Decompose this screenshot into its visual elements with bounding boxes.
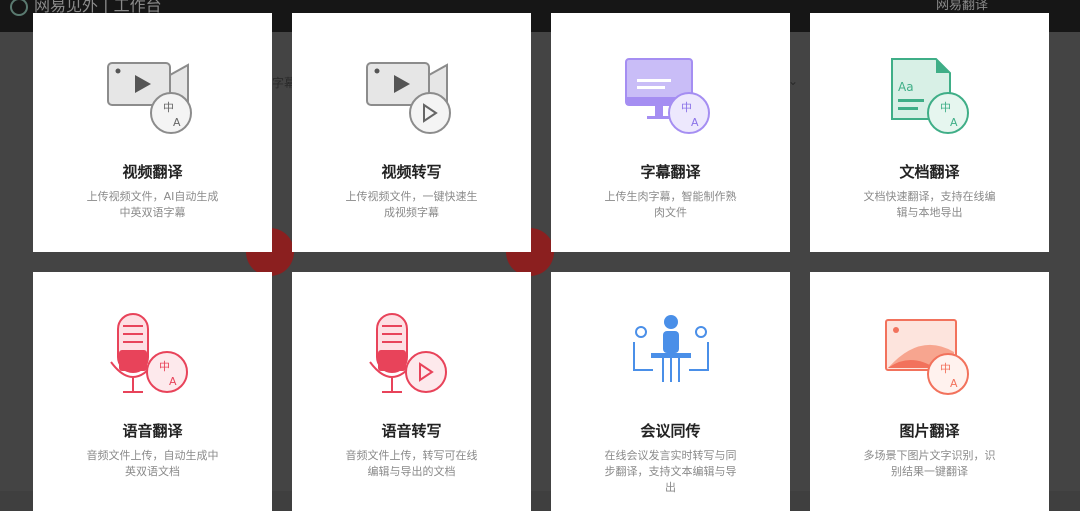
- card-title: 语音翻译: [122, 422, 183, 440]
- card-audio-transcribe[interactable]: 语音转写 音频文件上传，转写可在线编辑与导出的文档: [292, 272, 531, 511]
- video-translate-icon: 中 A: [106, 62, 192, 134]
- card-video-transcribe[interactable]: 视频转写 上传视频文件，一键快速生成视频字幕: [292, 13, 531, 252]
- svg-text:A: A: [950, 116, 958, 129]
- audio-translate-icon: 中 A: [109, 313, 188, 393]
- card-meeting-interpret[interactable]: 会议同传 在线会议发言实时转写与同步翻译，支持文本编辑与导出: [551, 272, 790, 511]
- svg-text:中: 中: [940, 362, 951, 375]
- subtitle-translate-icon: 中 A: [624, 58, 710, 134]
- card-description: 音频文件上传，转写可在线编辑与导出的文档: [345, 449, 478, 478]
- card-description: 上传视频文件，一键快速生成视频字幕: [345, 190, 478, 219]
- card-description: 多场景下图片文字识别，识别结果一键翻译: [863, 449, 996, 478]
- document-translate-icon: Aa 中 A: [890, 58, 969, 134]
- card-title: 会议同传: [640, 422, 701, 440]
- card-description: 音频文件上传，自动生成中英双语文档: [86, 449, 219, 478]
- svg-text:A: A: [950, 377, 958, 390]
- svg-text:中: 中: [940, 101, 951, 114]
- svg-text:中: 中: [159, 360, 170, 373]
- video-transcribe-icon: [365, 62, 451, 134]
- card-description: 上传生肉字幕，智能制作熟肉文件: [604, 190, 737, 219]
- meeting-interpret-icon: [632, 315, 709, 382]
- card-subtitle-translate[interactable]: 中 A 字幕翻译 上传生肉字幕，智能制作熟肉文件: [551, 13, 790, 252]
- card-audio-translate[interactable]: 中 A 语音翻译 音频文件上传，自动生成中英双语文档: [33, 272, 272, 511]
- svg-text:中: 中: [681, 101, 692, 114]
- card-title: 视频转写: [381, 163, 442, 181]
- image-translate-icon: 中 A: [884, 319, 969, 395]
- card-description: 上传视频文件，AI自动生成中英双语字幕: [86, 190, 219, 219]
- card-description: 文档快速翻译，支持在线编辑与本地导出: [863, 190, 996, 219]
- svg-text:中: 中: [163, 101, 174, 114]
- card-description: 在线会议发言实时转写与同步翻译，支持文本编辑与导出: [604, 449, 737, 494]
- card-title: 字幕翻译: [640, 163, 701, 181]
- svg-text:A: A: [691, 116, 699, 129]
- svg-text:A: A: [173, 116, 181, 129]
- logo-icon: [10, 0, 28, 16]
- audio-transcribe-icon: [368, 313, 447, 393]
- header-link[interactable]: 网易翻译: [936, 0, 988, 13]
- card-title: 语音转写: [381, 422, 442, 440]
- card-video-translate[interactable]: 中 A 视频翻译 上传视频文件，AI自动生成中英双语字幕: [33, 13, 272, 252]
- card-title: 视频翻译: [122, 163, 183, 181]
- card-title: 文档翻译: [899, 163, 960, 181]
- svg-text:A: A: [169, 375, 177, 388]
- card-title: 图片翻译: [899, 422, 960, 440]
- svg-text:Aa: Aa: [898, 80, 914, 94]
- card-document-translate[interactable]: Aa 中 A 文档翻译 文档快速翻译，支持在线编辑与本地导出: [810, 13, 1049, 252]
- card-image-translate[interactable]: 中 A 图片翻译 多场景下图片文字识别，识别结果一键翻译: [810, 272, 1049, 511]
